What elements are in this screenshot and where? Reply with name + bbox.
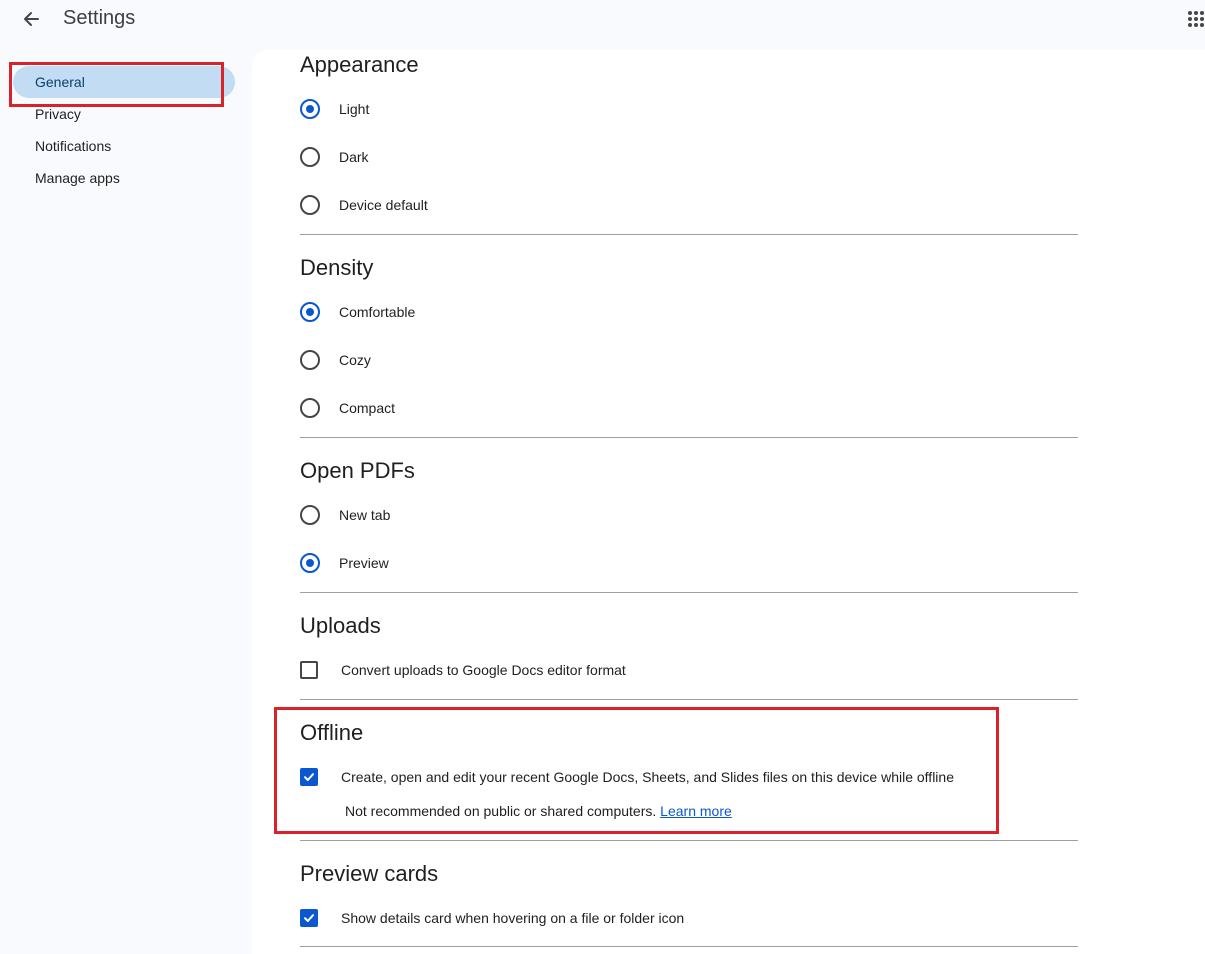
radio-label-light: Light: [339, 101, 370, 117]
checkmark-icon: [304, 773, 314, 781]
sidebar-item-privacy[interactable]: Privacy: [0, 98, 235, 130]
radio-comfortable[interactable]: [300, 302, 320, 322]
sidebar-item-manage-apps[interactable]: Manage apps: [0, 162, 235, 194]
settings-sidebar: General Privacy Notifications Manage app…: [0, 66, 240, 194]
offline-note: Not recommended on public or shared comp…: [345, 803, 732, 819]
radio-label-device-default: Device default: [339, 197, 428, 213]
appearance-option-device-default[interactable]: Device default: [300, 193, 428, 217]
radio-label-compact: Compact: [339, 400, 396, 416]
density-option-comfortable[interactable]: Comfortable: [300, 300, 415, 324]
radio-cozy[interactable]: [300, 350, 320, 370]
open-pdfs-option-new-tab[interactable]: New tab: [300, 503, 390, 527]
arrow-left-icon: [24, 12, 39, 26]
learn-more-link[interactable]: Learn more: [660, 803, 732, 819]
offline-option[interactable]: Create, open and edit your recent Google…: [300, 765, 954, 789]
radio-label-cozy: Cozy: [339, 352, 371, 368]
radio-dark[interactable]: [300, 147, 320, 167]
offline-title: Offline: [300, 720, 364, 745]
checkmark-icon: [304, 914, 314, 922]
radio-preview[interactable]: [300, 553, 320, 573]
divider: [300, 234, 1078, 235]
uploads-title: Uploads: [300, 613, 381, 638]
radio-light[interactable]: [300, 99, 320, 119]
divider: [300, 699, 1078, 700]
density-title: Density: [300, 255, 374, 280]
radio-label-new-tab: New tab: [339, 507, 391, 523]
density-option-compact[interactable]: Compact: [300, 396, 395, 420]
radio-label-preview: Preview: [339, 555, 389, 571]
radio-compact[interactable]: [300, 398, 320, 418]
settings-content: Appearance Light Dark Device default Den…: [252, 50, 1205, 954]
divider: [300, 946, 1078, 947]
preview-cards-title: Preview cards: [300, 861, 439, 886]
open-pdfs-option-preview[interactable]: Preview: [300, 551, 389, 575]
radio-label-dark: Dark: [339, 149, 369, 165]
offline-label: Create, open and edit your recent Google…: [341, 769, 954, 785]
appearance-option-light[interactable]: Light: [300, 97, 369, 121]
radio-device-default[interactable]: [300, 195, 320, 215]
uploads-convert-label: Convert uploads to Google Docs editor fo…: [341, 662, 626, 678]
uploads-convert-checkbox[interactable]: [300, 661, 318, 679]
uploads-convert-option[interactable]: Convert uploads to Google Docs editor fo…: [300, 658, 626, 682]
radio-new-tab[interactable]: [300, 505, 320, 525]
open-pdfs-title: Open PDFs: [300, 458, 415, 483]
appearance-title: Appearance: [300, 52, 419, 77]
offline-checkbox[interactable]: [300, 768, 318, 786]
divider: [300, 592, 1078, 593]
page-title: Settings: [63, 7, 136, 29]
divider: [300, 840, 1078, 841]
appearance-option-dark[interactable]: Dark: [300, 145, 369, 169]
radio-label-comfortable: Comfortable: [339, 304, 416, 320]
sidebar-item-general[interactable]: General: [13, 66, 235, 98]
apps-button[interactable]: [1187, 10, 1205, 28]
offline-note-text: Not recommended on public or shared comp…: [345, 803, 657, 819]
preview-cards-label: Show details card when hovering on a fil…: [341, 910, 685, 926]
density-option-cozy[interactable]: Cozy: [300, 348, 371, 372]
preview-cards-option[interactable]: Show details card when hovering on a fil…: [300, 906, 684, 930]
divider: [300, 437, 1078, 438]
top-bar: Settings: [0, 0, 1205, 40]
back-button[interactable]: [18, 6, 44, 32]
preview-cards-checkbox[interactable]: [300, 909, 318, 927]
sidebar-item-notifications[interactable]: Notifications: [0, 130, 235, 162]
grid-apps-icon: [1188, 11, 1204, 27]
